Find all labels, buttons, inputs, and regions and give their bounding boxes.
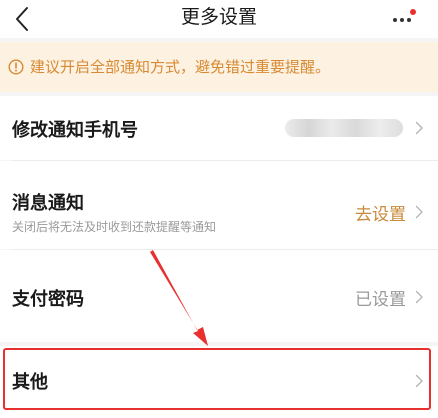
notification-badge bbox=[410, 9, 416, 15]
more-button[interactable] bbox=[388, 4, 418, 34]
chevron-right-icon bbox=[415, 121, 423, 135]
row-title: 支付密码 bbox=[12, 289, 84, 310]
chevron-right-icon bbox=[415, 205, 423, 219]
row-payment-password[interactable]: 支付密码 已设置 bbox=[0, 250, 438, 342]
row-title: 消息通知 bbox=[12, 193, 84, 214]
chevron-right-icon bbox=[415, 374, 423, 388]
status-set-value: 已设置 bbox=[355, 290, 406, 310]
row-other[interactable]: 其他 bbox=[0, 346, 438, 418]
row-title: 修改通知手机号 bbox=[12, 120, 138, 141]
row-change-notify-phone[interactable]: 修改通知手机号 bbox=[0, 96, 438, 160]
row-title: 其他 bbox=[12, 372, 48, 393]
navigation-bar: 更多设置 bbox=[0, 0, 438, 38]
chevron-right-icon bbox=[415, 290, 423, 304]
ellipsis-icon bbox=[393, 9, 416, 22]
info-circle-icon bbox=[8, 59, 24, 75]
notice-banner: 建议开启全部通知方式，避免错过重要提醒。 bbox=[0, 42, 438, 92]
obscured-phone-number bbox=[285, 119, 403, 137]
go-settings-link[interactable]: 去设置 bbox=[355, 200, 406, 225]
page-title: 更多设置 bbox=[180, 6, 257, 28]
notice-text: 建议开启全部通知方式，避免错过重要提醒。 bbox=[30, 58, 331, 76]
row-message-notification[interactable]: 消息通知 关闭后将无法及时收到还款提醒等通知 去设置 bbox=[0, 161, 438, 249]
row-subtitle: 关闭后将无法及时收到还款提醒等通知 bbox=[12, 220, 217, 234]
